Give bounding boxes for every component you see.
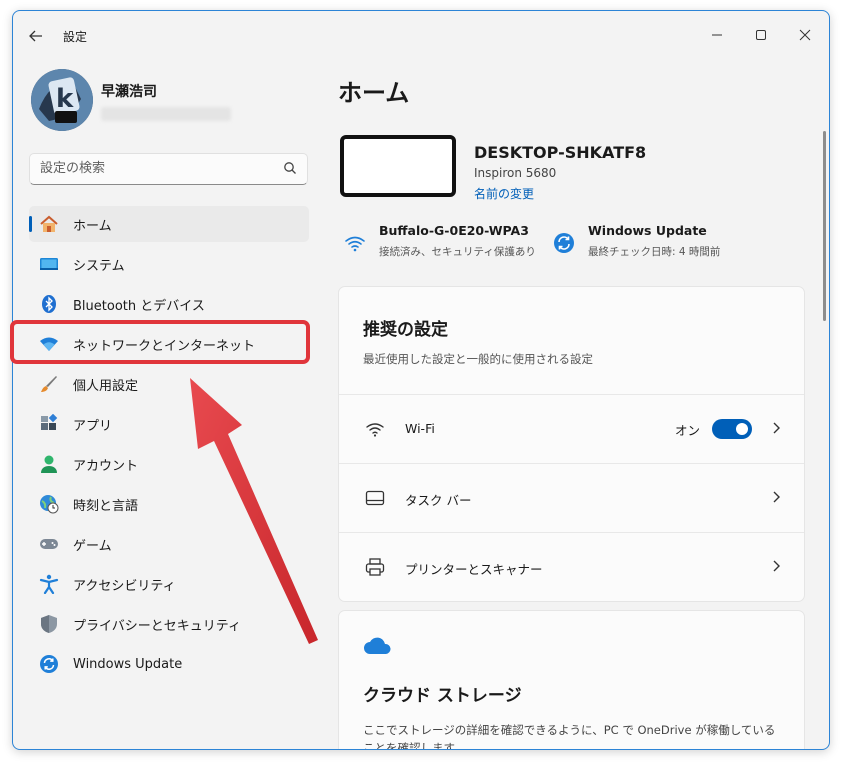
sidebar-item-gaming[interactable]: ゲーム [29,526,309,562]
monitor-icon [39,254,59,274]
close-button[interactable] [785,19,825,51]
sync-icon [39,654,59,674]
recommended-settings-card: 推奨の設定 最近使用した設定と一般的に使用される設定 Wi-Fi オン タスク … [338,286,805,602]
setting-label: プリンターとスキャナー [405,562,543,577]
bluetooth-icon [39,294,59,314]
sidebar-item-label: システム [73,258,125,274]
setting-row-taskbar[interactable]: タスク バー [339,463,804,532]
wifi-icon [366,423,384,437]
card-title: クラウド ストレージ [363,686,522,706]
sidebar-item-apps[interactable]: アプリ [29,406,309,442]
window-title: 設定 [63,30,88,44]
sidebar-item-label: Windows Update [73,656,183,672]
sidebar-item-label: 時刻と言語 [73,498,139,514]
sidebar-item-label: ゲーム [73,538,112,554]
chevron-right-icon [773,560,780,572]
sidebar-item-accounts[interactable]: アカウント [29,446,309,482]
svg-text:k: k [56,84,74,114]
accessibility-icon [39,574,59,594]
sidebar-item-time-language[interactable]: 時刻と言語 [29,486,309,522]
taskbar-icon [365,490,385,506]
windows-update-title: Windows Update [588,223,707,238]
setting-row-printers[interactable]: プリンターとスキャナー [339,532,804,601]
cloud-description: ここでストレージの詳細を確認できるように、PC で OneDrive が稼働して… [363,723,776,750]
setting-row-wifi[interactable]: Wi-Fi オン [339,394,804,463]
shield-icon [39,614,59,634]
search-icon[interactable] [283,161,297,175]
avatar: k [31,69,93,131]
page-title: ホーム [338,79,410,107]
back-button[interactable] [25,25,47,47]
brush-icon [39,374,59,394]
minimize-icon [712,34,722,36]
sidebar-item-privacy[interactable]: プライバシーとセキュリティ [29,606,309,642]
sidebar-item-personalization[interactable]: 個人用設定 [29,366,309,402]
wifi-network-name: Buffalo-G-0E20-WPA3 [379,223,529,238]
user-profile[interactable]: k 早瀬浩司 [31,69,321,139]
home-icon [39,214,59,234]
user-email-redacted [101,107,231,121]
title-bar: 設定 [13,11,829,59]
gamepad-icon [39,534,59,554]
chevron-right-icon [773,422,780,434]
maximize-icon [756,30,766,40]
cloud-storage-card: クラウド ストレージ ここでストレージの詳細を確認できるように、PC で One… [338,610,805,750]
sidebar-item-label: 個人用設定 [73,378,139,394]
sidebar-item-label: アプリ [73,418,113,434]
chevron-right-icon [773,491,780,503]
user-name: 早瀬浩司 [101,84,157,100]
wifi-icon [345,236,365,252]
rename-link[interactable]: 名前の変更 [474,185,534,202]
sidebar-item-accessibility[interactable]: アクセシビリティ [29,566,309,602]
sidebar-item-label: アカウント [73,458,139,474]
scrollbar[interactable] [823,131,826,321]
sidebar-item-home[interactable]: ホーム [29,206,309,242]
windows-update-last-check: 最終チェック日時: 4 時間前 [588,246,721,258]
setting-label: Wi-Fi [405,421,435,436]
wifi-network-status: 接続済み、セキュリティ保護あり [379,246,536,258]
setting-label: タスク バー [405,493,472,508]
device-image [340,135,456,197]
person-icon [39,454,59,474]
device-model: Inspiron 5680 [474,166,557,180]
highlight-box [10,320,310,364]
card-title: 推奨の設定 [363,320,448,340]
apps-icon [39,414,59,434]
card-subtitle: 最近使用した設定と一般的に使用される設定 [363,352,593,366]
toggle-knob [736,423,748,435]
printer-icon [365,558,385,576]
sidebar-item-bluetooth[interactable]: Bluetooth とデバイス [29,286,309,322]
sidebar-nav: ホーム システム Bluetooth とデバイス ネットワークとインターネット … [29,206,309,686]
sidebar-item-label: Bluetooth とデバイス [73,298,205,314]
search-input[interactable] [30,154,270,182]
settings-window: 設定 k 早瀬浩司 設定の検索 ホーム システム Bluetooth とデバイス… [12,10,830,750]
minimize-button[interactable] [697,19,737,51]
sidebar-item-label: プライバシーとセキュリティ [73,618,241,634]
device-name: DESKTOP-SHKATF8 [474,143,647,162]
maximize-button[interactable] [741,19,781,51]
sync-icon [554,233,574,253]
back-arrow-icon [29,30,42,42]
settings-search[interactable] [29,153,308,185]
wifi-toggle[interactable] [712,419,752,439]
sidebar-item-label: アクセシビリティ [73,578,176,594]
sidebar-item-system[interactable]: システム [29,246,309,282]
cloud-icon [364,637,391,654]
sidebar-item-windows-update[interactable]: Windows Update [29,646,309,682]
toggle-state-label: オン [674,423,700,438]
sidebar-item-label: ホーム [73,218,112,234]
globe-clock-icon [39,494,59,514]
close-icon [799,29,811,41]
